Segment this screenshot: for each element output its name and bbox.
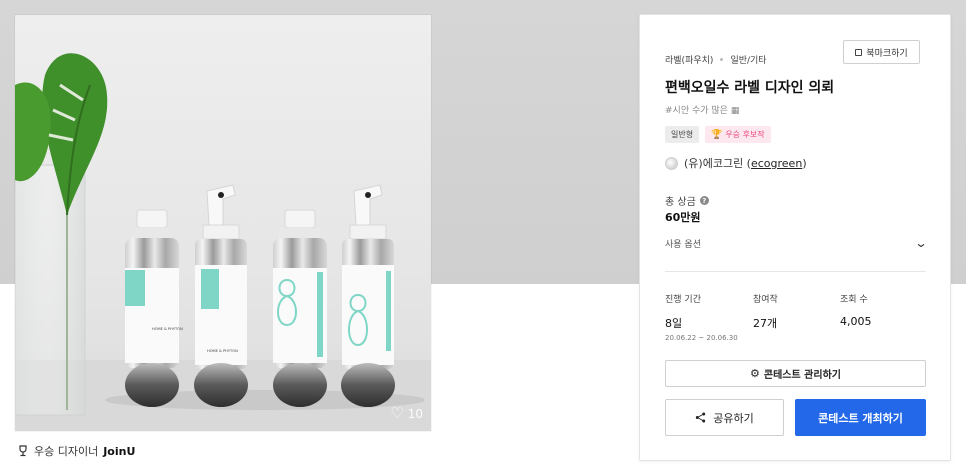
share-button[interactable]: 공유하기 xyxy=(665,399,784,436)
candidate-badge-label: 우승 후보작 xyxy=(725,130,765,139)
stat-date-range: 20.06.22 ~ 20.06.30 xyxy=(665,334,738,342)
like-counter[interactable]: ♡ 10 xyxy=(390,406,423,421)
badge-list: 일반형 🏆 우승 후보작 xyxy=(665,126,771,143)
hashtag: #시안 수가 많은 ▦ xyxy=(665,103,739,116)
product-photo-illustration: HOME & PHYTON HOME & PHYTON xyxy=(15,53,431,431)
stat-entries: 참여작 27개 xyxy=(753,292,840,342)
company-link[interactable]: ecogreen xyxy=(751,157,802,170)
like-count: 10 xyxy=(407,406,423,421)
bookmark-icon xyxy=(855,48,863,56)
separator-dot xyxy=(720,58,724,61)
contest-stats: 진행 기간 8일 20.06.22 ~ 20.06.30 참여작 27개 조회 … xyxy=(665,292,926,342)
host-contest-button[interactable]: 콘테스트 개최하기 xyxy=(795,399,926,436)
image-icon: ▦ xyxy=(730,106,740,116)
stat-views: 조회 수 4,005 xyxy=(840,292,872,342)
subcategory-label[interactable]: 일반/기타 xyxy=(730,53,766,66)
stat-value: 8일 xyxy=(665,317,683,330)
divider xyxy=(665,271,926,272)
bookmark-label: 북마크하기 xyxy=(866,48,908,59)
company-logo xyxy=(665,156,678,170)
help-icon[interactable]: ? xyxy=(699,196,709,205)
stat-label: 진행 기간 xyxy=(665,295,701,305)
breadcrumb: 라벨(파우치) 일반/기타 xyxy=(665,53,767,66)
gear-icon: ⚙ xyxy=(750,367,760,380)
options-toggle[interactable]: 사용 옵션 ⌄ xyxy=(665,236,928,250)
options-label: 사용 옵션 xyxy=(665,239,701,250)
chevron-down-icon: ⌄ xyxy=(914,236,928,250)
svg-text:HOME & PHYTON: HOME & PHYTON xyxy=(152,327,183,331)
type-badge: 일반형 xyxy=(665,126,700,143)
prize-value: 60만원 xyxy=(665,211,701,224)
share-label: 공유하기 xyxy=(713,411,754,425)
share-icon xyxy=(696,412,706,423)
designer-name[interactable]: JoinU xyxy=(103,445,135,458)
prize-label-text: 총 상금 xyxy=(665,197,696,208)
candidate-badge: 🏆 우승 후보작 xyxy=(705,126,771,143)
company-suffix: ) xyxy=(802,157,807,170)
contest-title: 편백오일수 라벨 디자인 의뢰 xyxy=(665,80,835,96)
designer-prefix: 우승 디자이너 xyxy=(34,445,99,458)
hashtag-text: #시안 수가 많은 xyxy=(665,106,728,116)
trophy-icon: 🏆 xyxy=(711,129,723,140)
company-name: (유)에코그린 ( xyxy=(684,157,751,170)
stat-duration: 진행 기간 8일 20.06.22 ~ 20.06.30 xyxy=(665,292,753,342)
stat-value: 4,005 xyxy=(840,315,872,328)
stat-label: 참여작 xyxy=(753,295,778,305)
contest-info-card: 라벨(파우치) 일반/기타 북마크하기 편백오일수 라벨 디자인 의뢰 #시안 … xyxy=(639,14,951,461)
prize-label: 총 상금 ? xyxy=(665,193,709,208)
trophy-icon xyxy=(19,445,27,457)
product-image[interactable]: HOME & PHYTON HOME & PHYTON ♡ 10 xyxy=(15,15,431,431)
stat-value: 27개 xyxy=(753,317,778,330)
manage-label: 콘테스트 관리하기 xyxy=(763,370,841,381)
heart-icon: ♡ xyxy=(390,404,404,422)
company-info: (유)에코그린 (ecogreen) xyxy=(665,155,807,171)
bookmark-button[interactable]: 북마크하기 xyxy=(843,40,920,64)
manage-contest-button[interactable]: ⚙ 콘테스트 관리하기 xyxy=(665,360,926,387)
stat-label: 조회 수 xyxy=(840,295,868,305)
winning-designer: 우승 디자이너 JoinU xyxy=(17,443,135,459)
category-label[interactable]: 라벨(파우치) xyxy=(665,53,713,66)
svg-text:HOME & PHYTON: HOME & PHYTON xyxy=(207,349,238,353)
